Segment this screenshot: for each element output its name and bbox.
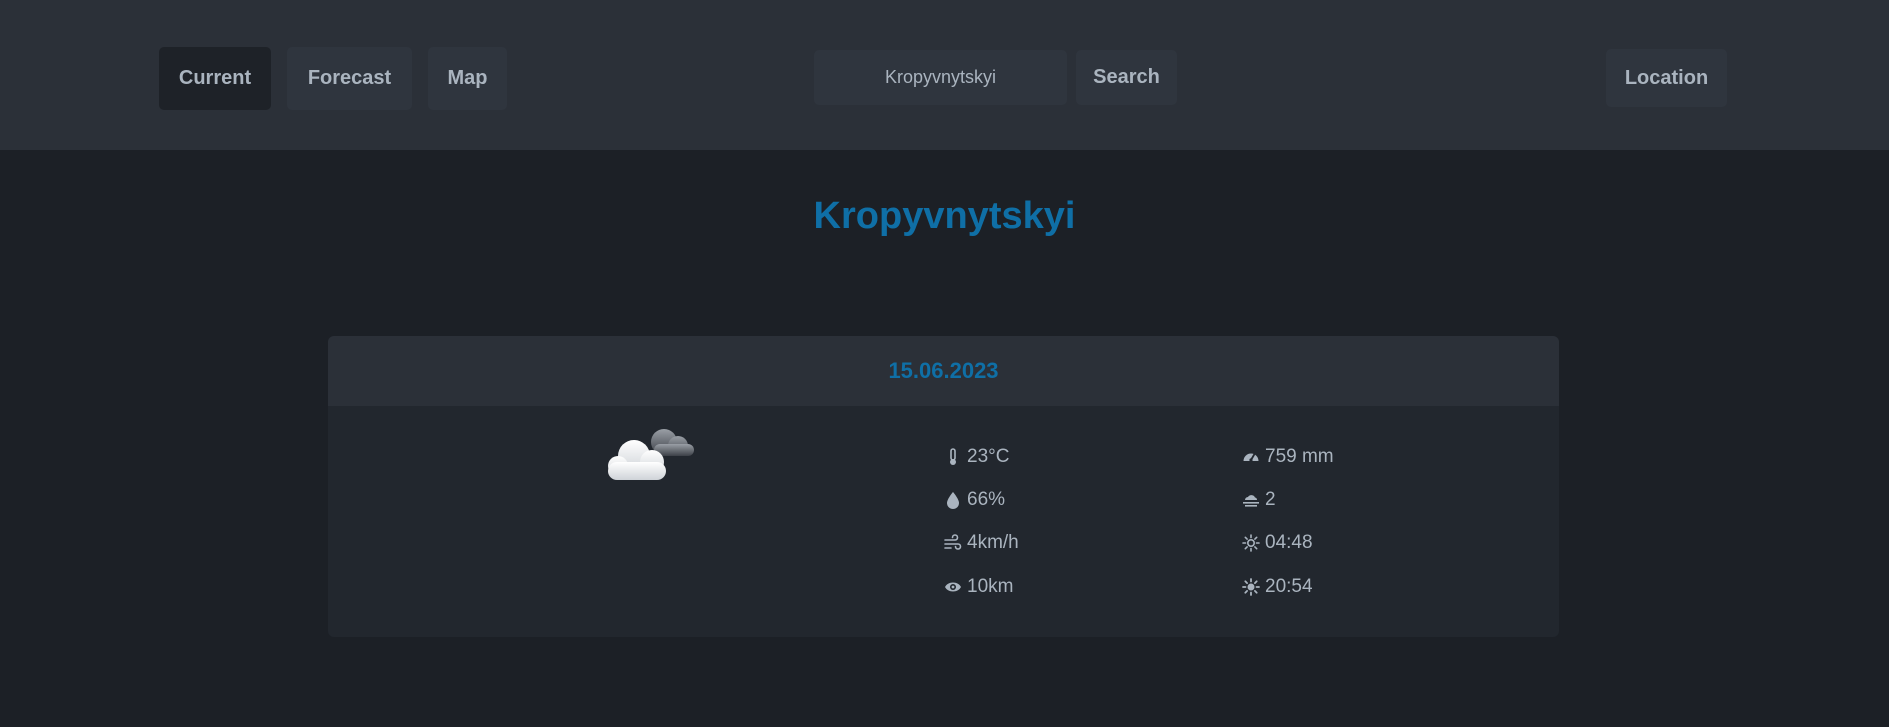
stat-sunrise: 04:48 — [1241, 531, 1313, 555]
humidity-value: 66% — [967, 489, 1006, 510]
stat-pressure: 759 mm — [1241, 445, 1334, 469]
gauge-icon — [1241, 447, 1261, 467]
sunset-value: 20:54 — [1265, 576, 1313, 597]
stat-humidity: 66% — [943, 488, 1005, 512]
temperature-value: 23°C — [967, 446, 1010, 467]
sunrise-value: 04:48 — [1265, 532, 1313, 553]
sunrise-icon — [1241, 533, 1261, 553]
stat-temperature: 23°C — [943, 445, 1009, 469]
card-date: 15.06.2023 — [328, 336, 1559, 406]
stat-wind: 4km/h — [943, 531, 1019, 555]
cloudiness-value: 2 — [1265, 489, 1276, 510]
stat-cloudiness: 2 — [1241, 488, 1276, 512]
pressure-value: 759 mm — [1265, 446, 1334, 467]
tab-current[interactable]: Current — [159, 47, 271, 110]
stat-sunset: 20:54 — [1241, 575, 1313, 599]
city-title: Kropyvnytskyi — [813, 195, 1076, 237]
tab-map[interactable]: Map — [428, 47, 507, 110]
wind-icon — [943, 533, 963, 553]
tab-forecast[interactable]: Forecast — [287, 47, 412, 110]
visibility-value: 10km — [967, 576, 1014, 597]
location-button[interactable]: Location — [1606, 49, 1727, 107]
droplet-icon — [943, 490, 963, 510]
eye-icon — [943, 577, 963, 597]
wind-value: 4km/h — [967, 532, 1019, 553]
search-input[interactable] — [814, 50, 1067, 105]
stat-visibility: 10km — [943, 575, 1013, 599]
weather-card: 15.06.2023 23°C 66% 4km/h 10km 759 mm 2 … — [328, 336, 1559, 637]
sunset-icon — [1241, 577, 1261, 597]
thermometer-icon — [943, 447, 963, 467]
search-button[interactable]: Search — [1076, 50, 1177, 105]
top-navbar: Current Forecast Map Search Location — [0, 0, 1889, 150]
cloudy-night-icon — [598, 416, 708, 496]
cloud-icon — [1241, 490, 1261, 510]
